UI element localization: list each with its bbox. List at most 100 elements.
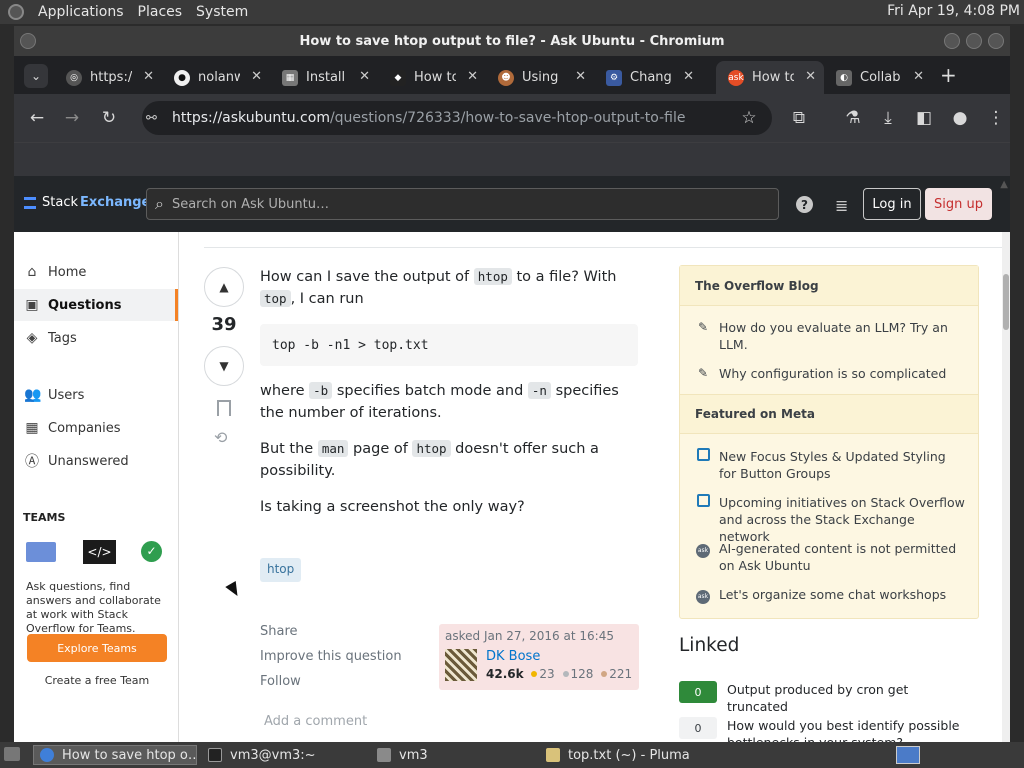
meta-item-4[interactable]: ask Let's organize some chat workshops (695, 586, 965, 604)
nav-companies[interactable]: ▦ Companies (14, 412, 178, 444)
nav-label: Users (48, 387, 85, 403)
nav-label: Companies (48, 420, 121, 436)
tab-6[interactable]: ⚙ Change ✕ (594, 61, 702, 94)
tag-icon: ◈ (26, 330, 38, 346)
clock[interactable]: Fri Apr 19, 4:08 PM (887, 3, 1020, 19)
inline-code: -b (309, 382, 333, 399)
nav-questions[interactable]: ▣ Questions (14, 289, 178, 321)
close-tab-icon[interactable]: ✕ (575, 69, 586, 84)
menu-kebab-icon[interactable]: ⋮ (984, 106, 1008, 130)
tab-5[interactable]: ☻ Using ✕ (486, 61, 594, 94)
tab-label: https:// (90, 70, 132, 85)
close-window-button[interactable] (988, 33, 1004, 49)
close-tab-icon[interactable]: ✕ (143, 69, 154, 84)
teams-illustration: </> ✓ (26, 540, 166, 566)
text: page of (348, 441, 413, 457)
blog-item-1[interactable]: ✎ How do you evaluate an LLM? Try an LLM… (695, 319, 965, 353)
profile-icon[interactable]: ● (948, 106, 972, 130)
nav-unanswered[interactable]: Ⓐ Unanswered (14, 445, 178, 477)
labs-flask-icon[interactable]: ⚗ (841, 106, 865, 130)
meta-item-2[interactable]: Upcoming initiatives on Stack Overflow a… (695, 494, 965, 545)
system-menu[interactable]: System (196, 4, 248, 20)
bookmark-icon[interactable] (217, 400, 231, 416)
back-arrow-icon[interactable]: ← (25, 106, 49, 130)
minimize-button[interactable] (944, 33, 960, 49)
bookmark-star-icon[interactable]: ☆ (737, 106, 761, 130)
extensions-icon[interactable]: ⧉ (787, 106, 811, 130)
avatar[interactable] (445, 649, 477, 681)
download-icon[interactable]: ⤓ (876, 106, 900, 130)
window-menu-button[interactable] (20, 33, 36, 49)
meta-item-1[interactable]: New Focus Styles & Updated Styling for B… (695, 448, 965, 482)
askubuntu-icon: ask (696, 544, 710, 558)
taskbar-chromium[interactable]: How to save htop o… (33, 745, 197, 765)
gold-count: 23 (539, 667, 555, 681)
nav-tags[interactable]: ◈ Tags (14, 322, 178, 354)
meta-item-3[interactable]: ask AI-generated content is not permitte… (695, 540, 965, 574)
close-tab-icon[interactable]: ✕ (913, 69, 924, 84)
window-titlebar[interactable]: How to save htop output to file? - Ask U… (14, 26, 1010, 56)
linked-item-1[interactable]: 0 Output produced by cron get truncated (679, 681, 979, 714)
site-info-icon[interactable]: ⚯ (146, 111, 157, 126)
linked-item-2[interactable]: 0 How would you best identify possible b… (679, 717, 979, 742)
nav-home[interactable]: ⌂ Home (14, 256, 178, 288)
tag-htop[interactable]: htop (260, 558, 302, 582)
tab-1[interactable]: ◎ https:// ✕ (54, 61, 162, 94)
follow-link[interactable]: Follow (260, 674, 402, 699)
reload-icon[interactable]: ↻ (97, 106, 121, 130)
nav-users[interactable]: 👥 Users (14, 379, 178, 411)
close-tab-icon[interactable]: ✕ (805, 69, 816, 84)
maximize-button[interactable] (966, 33, 982, 49)
github-icon: ● (174, 69, 190, 86)
taskbar-files[interactable]: vm3 (371, 745, 535, 765)
taskbar-terminal[interactable]: vm3@vm3:~ (202, 745, 366, 765)
chat-illustration-icon (26, 542, 56, 562)
new-tab-button[interactable]: + (940, 63, 957, 87)
blog-item-2[interactable]: ✎ Why configuration is so complicated (695, 365, 965, 382)
forward-arrow-icon[interactable]: → (60, 106, 84, 130)
tab-8[interactable]: ◐ Collab ✕ (824, 61, 932, 94)
login-button[interactable]: Log in (863, 188, 921, 220)
tab-2[interactable]: ● nolanw ✕ (162, 61, 270, 94)
scrollbar-thumb[interactable] (1003, 274, 1009, 330)
upvote-button[interactable]: ▲ (204, 267, 244, 307)
explore-teams-button[interactable]: Explore Teams (27, 634, 167, 662)
workspace-switcher-icon[interactable] (896, 746, 920, 764)
show-desktop-icon[interactable] (4, 747, 20, 761)
side-panel-icon[interactable]: ◧ (912, 106, 936, 130)
close-tab-icon[interactable]: ✕ (467, 69, 478, 84)
tab-label: How to (752, 70, 794, 85)
create-free-team-link[interactable]: Create a free Team (27, 674, 167, 687)
tab-3[interactable]: ▦ Install ✕ (270, 61, 378, 94)
site-search-input[interactable]: ⌕ Search on Ask Ubuntu… (146, 188, 779, 220)
taskbar-pluma[interactable]: top.txt (~) - Pluma (540, 745, 704, 765)
tab-4[interactable]: ◆ How to ✕ (378, 61, 486, 94)
tab-search-button[interactable]: ⌄ (24, 64, 48, 88)
add-comment-link[interactable]: Add a comment (264, 714, 367, 729)
os-logo-icon[interactable] (8, 4, 24, 20)
close-tab-icon[interactable]: ✕ (683, 69, 694, 84)
applications-menu[interactable]: Applications (38, 4, 124, 20)
home-icon: ⌂ (27, 264, 37, 280)
improve-question-link[interactable]: Improve this question (260, 649, 402, 674)
history-icon[interactable]: ⟲ (214, 428, 227, 447)
downvote-button[interactable]: ▼ (204, 346, 244, 386)
chromium-icon (40, 748, 54, 762)
close-tab-icon[interactable]: ✕ (251, 69, 262, 84)
close-tab-icon[interactable]: ✕ (359, 69, 370, 84)
owner-name-link[interactable]: DK Bose (486, 649, 540, 664)
linked-title[interactable]: Output produced by cron get truncated (727, 681, 967, 715)
scroll-up-icon[interactable]: ▲ (1000, 179, 1008, 190)
stackexchange-logo[interactable]: Stack Exchange (24, 195, 150, 210)
address-bar[interactable]: ⚯ https://askubuntu.com/questions/726333… (142, 101, 772, 135)
text: specifies batch mode and (332, 383, 528, 399)
linked-title[interactable]: How would you best identify possible bot… (727, 717, 967, 742)
share-link[interactable]: Share (260, 624, 402, 649)
page-scrollbar[interactable] (1002, 232, 1010, 742)
site-switcher-icon[interactable]: ≣ (835, 196, 848, 215)
task-label: vm3@vm3:~ (230, 747, 316, 763)
tab-7-active[interactable]: ask How to ✕ (716, 61, 824, 94)
signup-button[interactable]: Sign up (925, 188, 992, 220)
help-icon[interactable]: ? (796, 196, 813, 213)
places-menu[interactable]: Places (138, 4, 183, 20)
